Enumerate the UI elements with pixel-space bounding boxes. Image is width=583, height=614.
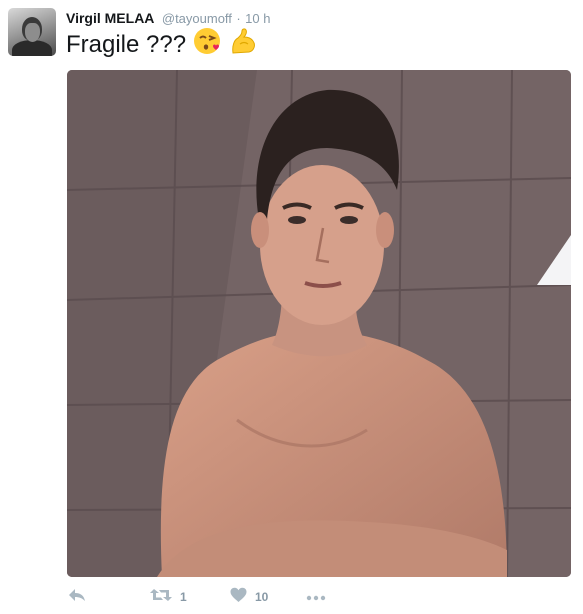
like-button[interactable]: 10: [230, 586, 268, 608]
tweet: Virgil MELAA @tayoumoff · 10 h Fragile ?…: [0, 0, 583, 614]
heart-icon: [230, 587, 247, 608]
face-throwing-kiss-emoji: [192, 26, 222, 64]
avatar-body-shape: [12, 40, 52, 56]
author-name[interactable]: Virgil MELAA: [66, 10, 154, 26]
left-eye: [288, 216, 306, 224]
flexed-biceps-emoji: [228, 26, 258, 64]
like-count: 10: [255, 590, 269, 604]
avatar-face-shape: [25, 23, 40, 42]
header-separator: ·: [236, 11, 241, 26]
tweet-timestamp[interactable]: 10 h: [245, 11, 270, 26]
author-handle[interactable]: @tayoumoff: [162, 11, 232, 26]
tweet-text: Fragile ???: [66, 28, 258, 60]
tweet-actions: 1 10: [66, 586, 486, 608]
tweet-text-content: Fragile ???: [66, 31, 187, 58]
more-dots-icon: [306, 588, 326, 606]
avatar[interactable]: [8, 8, 56, 56]
retweet-count: 1: [180, 590, 187, 604]
more-options-button[interactable]: [306, 586, 326, 608]
retweet-button[interactable]: 1: [150, 586, 187, 608]
tweet-photo[interactable]: [67, 70, 571, 577]
reply-arrow-icon: [68, 587, 86, 608]
retweet-icon: [150, 587, 172, 608]
right-eye: [340, 216, 358, 224]
face-shape: [260, 165, 384, 325]
reply-button[interactable]: [68, 586, 86, 608]
